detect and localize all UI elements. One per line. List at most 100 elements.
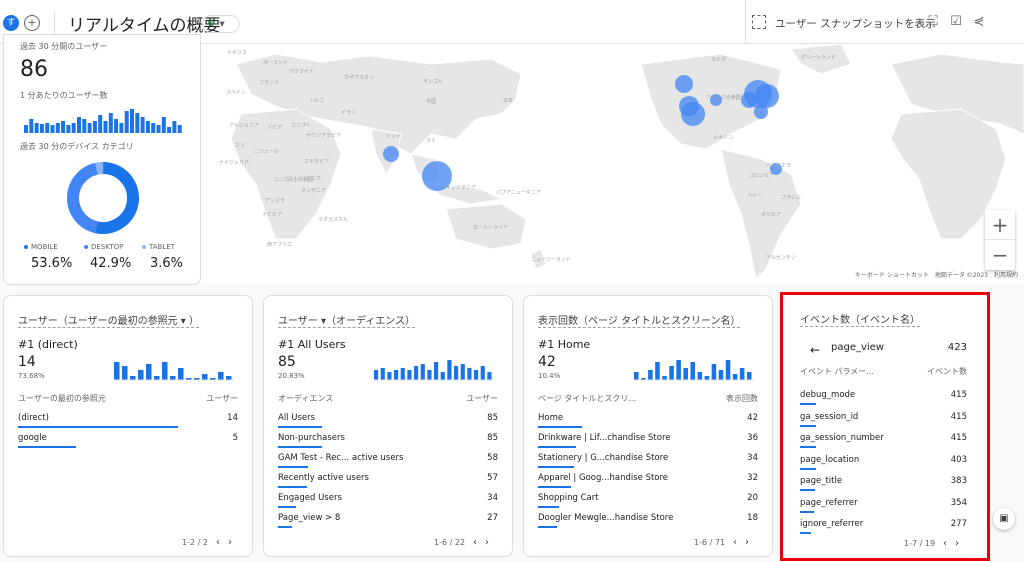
fullscreen-icon[interactable]: ⛶ bbox=[925, 14, 941, 30]
status-dropdown[interactable]: ⊘ ▼ bbox=[202, 15, 240, 33]
spark-bar bbox=[434, 362, 439, 380]
row-bar bbox=[538, 486, 571, 488]
users-per-minute-chart bbox=[24, 109, 182, 133]
divider bbox=[745, 0, 746, 44]
spark-bar bbox=[718, 370, 724, 380]
row-bar bbox=[278, 446, 322, 448]
chevron-left-icon[interactable]: ‹ bbox=[216, 537, 220, 548]
minute-bar bbox=[55, 123, 60, 133]
spark-bar bbox=[218, 372, 224, 380]
spark-bar bbox=[122, 366, 128, 380]
minute-bar bbox=[87, 123, 92, 133]
row-label: Home bbox=[538, 413, 564, 423]
edit-chart-icon[interactable]: ☑ bbox=[948, 14, 964, 30]
donut-slice-mobile bbox=[94, 162, 139, 234]
chevron-right-icon[interactable]: › bbox=[745, 537, 749, 548]
spark-bar bbox=[697, 372, 703, 380]
map-label: パプアニューギニア bbox=[496, 190, 541, 196]
table-row[interactable]: Shopping Cart 20 bbox=[538, 490, 758, 510]
spark-bar bbox=[387, 372, 392, 380]
table-row[interactable]: Page_view > 8 27 bbox=[278, 510, 498, 530]
table-row[interactable]: Doogler Mewgle...handise Store 18 bbox=[538, 510, 758, 530]
feedback-icon[interactable]: ▣ bbox=[993, 508, 1015, 530]
minute-bar bbox=[167, 127, 172, 133]
spark-bar bbox=[178, 368, 184, 380]
spark-bar bbox=[732, 374, 738, 380]
map-label: 日本 bbox=[503, 98, 514, 104]
spark-bar bbox=[460, 364, 465, 380]
table-row[interactable]: Home 42 bbox=[538, 410, 758, 430]
top-rank-label: #1 All Users bbox=[278, 338, 346, 351]
table-row[interactable]: (direct) 14 bbox=[18, 410, 238, 430]
map-label: カナダ bbox=[711, 57, 727, 63]
chevron-right-icon[interactable]: › bbox=[485, 537, 489, 548]
map-footer[interactable]: キーボード ショートカット 地図データ ©2023 利用規約 bbox=[855, 270, 1018, 279]
minute-bar bbox=[92, 121, 97, 133]
spark-bar bbox=[487, 372, 492, 380]
map-label: 南アフリカ bbox=[267, 242, 293, 248]
table-row[interactable]: GAM Test - Rec... active users 58 bbox=[278, 450, 498, 470]
table-row[interactable]: Engaged Users 34 bbox=[278, 490, 498, 510]
table-row[interactable]: Drinkware | Lif...chandise Store 36 bbox=[538, 430, 758, 450]
row-label: Drinkware | Lif...chandise Store bbox=[538, 433, 671, 443]
row-value: 34 bbox=[747, 453, 758, 463]
map-label: アメリカ合衆国 bbox=[706, 95, 741, 101]
table-row[interactable]: Stationery | G...chandise Store 34 bbox=[538, 450, 758, 470]
spark-bar bbox=[676, 360, 681, 380]
table-row[interactable]: Non-purchasers 85 bbox=[278, 430, 498, 450]
row-label: Doogler Mewgle...handise Store bbox=[538, 513, 674, 523]
map-label: エジプト bbox=[291, 123, 312, 129]
map-label: インドネシア bbox=[446, 185, 477, 191]
legend-tablet: TABLET bbox=[142, 243, 175, 251]
property-avatar[interactable]: す bbox=[3, 15, 19, 31]
spark-bar bbox=[440, 372, 445, 380]
map-label: ブラジル bbox=[781, 195, 801, 201]
chevron-left-icon[interactable]: ‹ bbox=[733, 537, 737, 548]
chevron-down-icon: ▼ bbox=[219, 20, 225, 28]
map-label: モンゴル bbox=[423, 79, 444, 85]
view-user-snapshot-button[interactable]: ユーザー スナップショットを表示 bbox=[775, 16, 936, 31]
minute-bar bbox=[39, 124, 44, 133]
row-label: (direct) bbox=[18, 413, 49, 423]
panel-title[interactable]: ユーザー（ユーザーの最初の参照元 ▾ ） bbox=[18, 312, 199, 328]
map-label: 中国 bbox=[426, 99, 437, 105]
bubble-usa-west bbox=[675, 75, 693, 93]
zoom-in-button[interactable]: + bbox=[985, 210, 1015, 240]
row-bar bbox=[538, 466, 574, 468]
spark-bar bbox=[454, 366, 459, 380]
chevron-left-icon[interactable]: ‹ bbox=[473, 537, 477, 548]
col-header-metric: 表示回数 bbox=[726, 394, 758, 403]
add-comparison-button[interactable]: + bbox=[24, 15, 40, 31]
table-row[interactable]: Apparel | Goog...handise Store 32 bbox=[538, 470, 758, 490]
minute-bar bbox=[161, 117, 166, 133]
bubble-india bbox=[383, 146, 399, 162]
spark-bar bbox=[170, 376, 176, 380]
device-category-label: 過去 30 分のデバイス カテゴリ bbox=[20, 142, 134, 151]
share-icon[interactable]: ⋞ bbox=[971, 14, 987, 30]
page-views-panel: 表示回数（ページ タイトルとスクリーン名） #1 Home 42 10.4% ページ タ… bbox=[523, 295, 773, 557]
audience-panel: ユーザー ▾（オーディエンス） #1 All Users 85 20.83% オーディエ… bbox=[263, 295, 513, 557]
scrollbar[interactable] bbox=[1018, 44, 1024, 561]
panel-title[interactable]: 表示回数（ページ タイトルとスクリーン名） bbox=[538, 312, 741, 328]
table-row[interactable]: google 5 bbox=[18, 430, 238, 450]
world-map[interactable]: イギリス ポーランド ウクライナ スペイン フランス カザフスタン モンゴル ト… bbox=[201, 44, 1024, 284]
minute-bar bbox=[24, 125, 28, 133]
panel-title[interactable]: ユーザー ▾（オーディエンス） bbox=[278, 312, 416, 328]
table-row[interactable]: Recently active users 57 bbox=[278, 470, 498, 490]
row-value: 32 bbox=[747, 473, 758, 483]
spark-bar bbox=[739, 368, 745, 380]
row-value: 36 bbox=[747, 433, 758, 443]
map-label: アルジェリア bbox=[229, 123, 259, 129]
row-bar bbox=[538, 506, 559, 508]
chevron-right-icon[interactable]: › bbox=[228, 537, 232, 548]
minute-bar bbox=[103, 121, 108, 133]
snapshot-icon[interactable] bbox=[752, 15, 766, 29]
zoom-out-button[interactable]: − bbox=[985, 240, 1015, 270]
spark-bar bbox=[634, 372, 639, 380]
spark-bar bbox=[154, 376, 160, 380]
zoom-control: + − bbox=[985, 210, 1015, 270]
minute-bar bbox=[114, 119, 119, 133]
row-label: GAM Test - Rec... active users bbox=[278, 453, 404, 463]
row-bar bbox=[538, 426, 582, 428]
table-row[interactable]: All Users 85 bbox=[278, 410, 498, 430]
